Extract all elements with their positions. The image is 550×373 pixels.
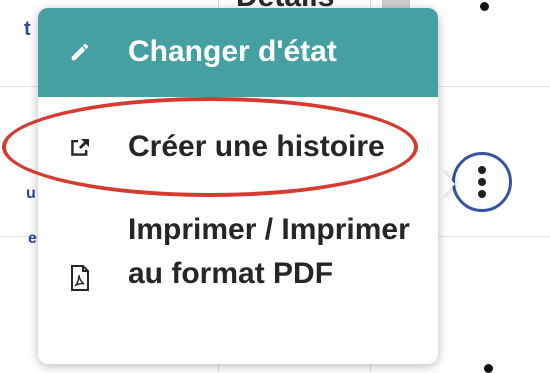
- pencil-icon: [68, 40, 92, 64]
- share-icon: [68, 135, 92, 159]
- more-vertical-icon: [478, 178, 486, 186]
- menu-item-label: Créer une histoire: [128, 130, 385, 163]
- pdf-icon: [68, 265, 92, 291]
- table-link-fragment[interactable]: e: [28, 230, 37, 248]
- table-link-fragment[interactable]: t: [24, 18, 31, 41]
- more-actions-button[interactable]: [452, 152, 512, 212]
- menu-item-print-pdf[interactable]: Imprimer / Imprimer au format PDF: [38, 204, 438, 354]
- more-vertical-icon: [478, 166, 486, 174]
- actions-dropdown-menu: Changer d'état Créer une histoire Imprim…: [38, 8, 438, 364]
- menu-item-label: Changer d'état: [128, 35, 337, 68]
- table-link-fragment[interactable]: u: [26, 185, 36, 203]
- more-vertical-icon: [478, 190, 486, 198]
- menu-item-change-state[interactable]: Changer d'état: [38, 8, 438, 97]
- menu-item-label: Imprimer / Imprimer au format PDF: [128, 213, 410, 290]
- menu-item-create-story[interactable]: Créer une histoire: [38, 97, 438, 197]
- row-menu-dot: [480, 2, 489, 11]
